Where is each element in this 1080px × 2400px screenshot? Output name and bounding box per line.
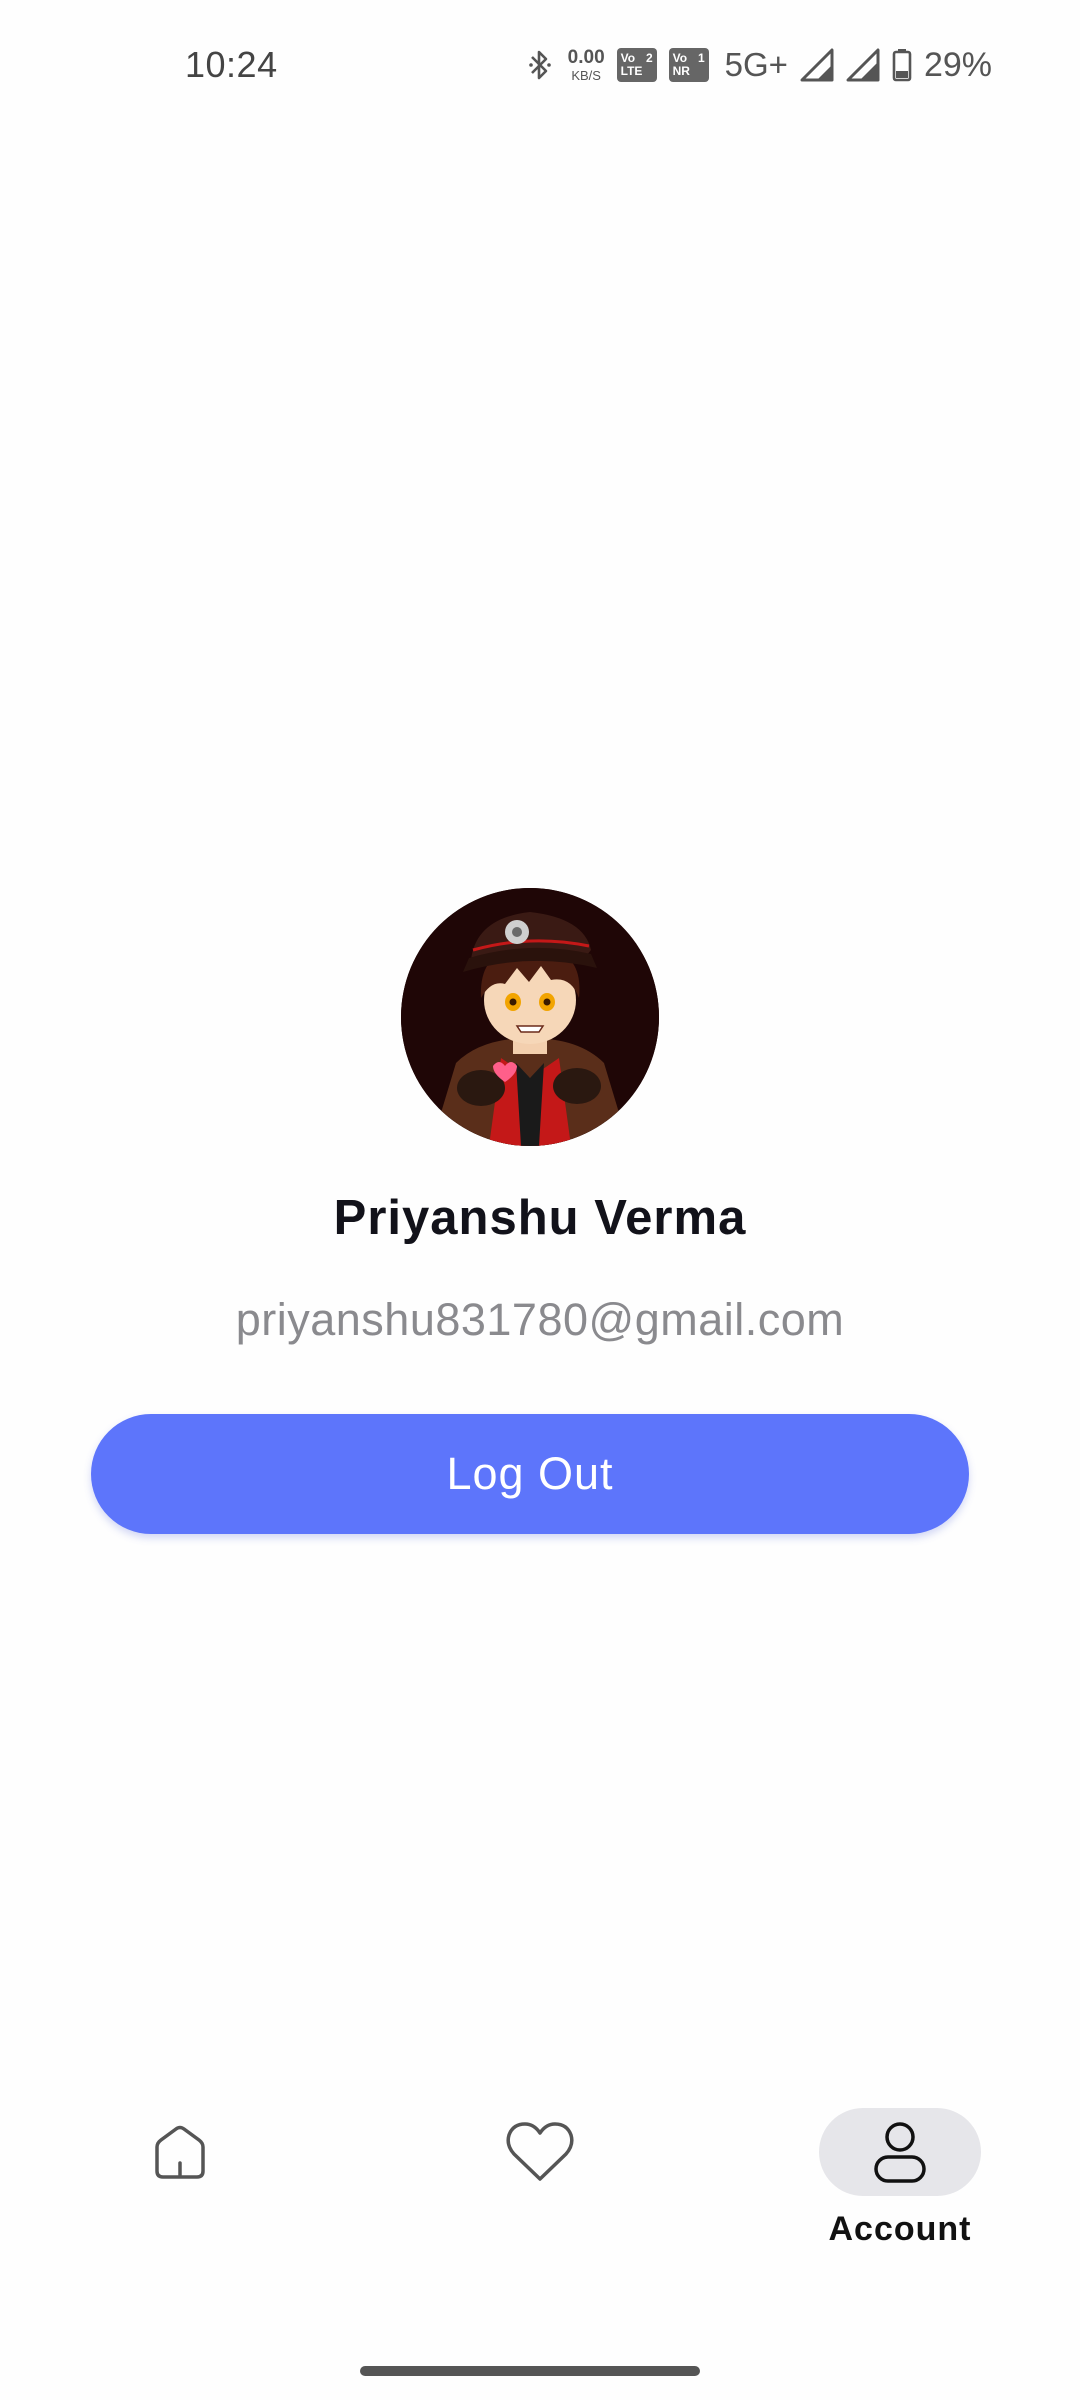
- status-time: 10:24: [185, 44, 278, 85]
- logout-button[interactable]: Log Out: [91, 1414, 969, 1534]
- heart-icon: [504, 2119, 576, 2185]
- home-icon: [147, 2119, 213, 2185]
- nav-item-home[interactable]: [0, 2080, 360, 2310]
- nav-favorites-button[interactable]: [459, 2108, 621, 2196]
- bluetooth-icon: [528, 48, 552, 82]
- signal-icon: [846, 48, 880, 82]
- avatar: [401, 888, 659, 1146]
- bottom-navigation: Account: [0, 2080, 1080, 2310]
- signal-icon: [800, 48, 834, 82]
- nav-home-button[interactable]: [99, 2108, 261, 2196]
- battery-percent: 29%: [923, 45, 992, 84]
- sim2-volte-badge: Vo 1 NR: [668, 48, 709, 82]
- nav-account-button[interactable]: [819, 2108, 981, 2196]
- network-speed-unit: KB/S: [571, 68, 601, 83]
- battery-icon: [892, 48, 912, 82]
- person-icon: [870, 2119, 930, 2185]
- nav-item-account[interactable]: Account: [720, 2080, 1080, 2310]
- status-icons: 0.00 KB/S Vo 2 LTE Vo 1 NR 5G+ 29%: [528, 40, 992, 90]
- nav-account-label: Account: [828, 2210, 972, 2248]
- network-speed: 0.00 KB/S: [568, 48, 605, 82]
- sim1-volte-badge: Vo 2 LTE: [616, 48, 657, 82]
- nav-item-favorites[interactable]: [360, 2080, 720, 2310]
- sim2-tech: NR: [672, 64, 690, 78]
- gesture-home-indicator[interactable]: [360, 2366, 700, 2376]
- sim1-number: 2: [645, 51, 653, 66]
- status-bar: 10:24 0.00 KB/S Vo 2 LTE Vo 1 NR 5G+ 29%: [0, 0, 1080, 130]
- profile-name: Priyanshu Verma: [333, 1191, 747, 1245]
- network-type: 5G+: [724, 46, 788, 83]
- network-speed-value: 0.00: [567, 47, 605, 68]
- profile-email: priyanshu831780@gmail.com: [235, 1294, 845, 1345]
- sim1-tech: LTE: [620, 64, 643, 78]
- sim2-number: 1: [697, 51, 705, 66]
